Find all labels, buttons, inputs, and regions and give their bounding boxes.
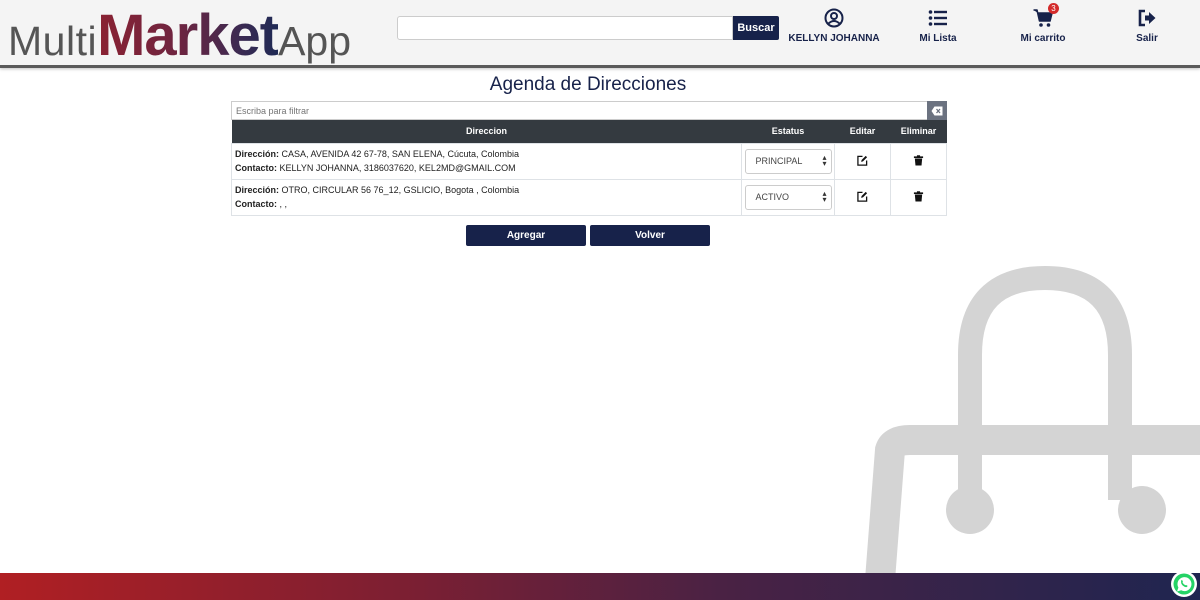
add-address-button[interactable]: Agregar xyxy=(466,225,586,246)
page-title: Agenda de Direcciones xyxy=(489,74,687,95)
trash-icon xyxy=(913,154,924,166)
whatsapp-button[interactable] xyxy=(1171,571,1197,597)
table-header-row: Direccion Estatus Editar Eliminar xyxy=(231,120,947,143)
header-editar: Editar xyxy=(834,120,891,143)
edit-button[interactable] xyxy=(857,191,868,204)
back-button[interactable]: Volver xyxy=(590,225,710,246)
address-value: OTRO, CIRCULAR 56 76_12, GSLICIO, Bogota… xyxy=(281,185,520,195)
action-buttons: Agregar Volver xyxy=(466,225,710,246)
address-table: Direccion Estatus Editar Eliminar Direcc… xyxy=(231,120,947,216)
edit-icon xyxy=(857,155,868,166)
nav-my-list[interactable]: Mi Lista xyxy=(908,8,968,44)
logo-part-market: Market xyxy=(97,3,279,68)
status-cell: PRINCIPAL ▴ ▾ xyxy=(741,142,835,180)
nav-logout[interactable]: Salir xyxy=(1122,8,1172,44)
logo-part-multi: Multi xyxy=(8,18,98,64)
nav-user-label: KELLYN JOHANNA xyxy=(788,33,880,44)
header: Multi Market App Buscar KELLYN JOHANNA M… xyxy=(0,0,1200,68)
edit-icon xyxy=(857,191,868,202)
contact-label: Contacto: xyxy=(235,199,277,209)
app-logo[interactable]: Multi Market App xyxy=(8,2,352,68)
edit-cell xyxy=(834,142,891,180)
whatsapp-icon xyxy=(1173,573,1195,595)
contact-value: , , xyxy=(279,199,288,209)
delete-cell xyxy=(890,178,947,216)
status-value: ACTIVO xyxy=(755,192,790,202)
status-select[interactable]: PRINCIPAL ▴ ▾ xyxy=(744,148,832,174)
status-select[interactable]: ACTIVO ▴ ▾ xyxy=(744,184,832,210)
clear-filter-button[interactable] xyxy=(927,101,947,120)
nav-cart[interactable]: 3 Mi carrito xyxy=(1013,3,1073,44)
cart-count-badge: 3 xyxy=(1048,3,1059,14)
header-direccion: Direccion xyxy=(231,120,742,143)
filter-input[interactable] xyxy=(231,101,927,120)
shopping-bag-decoration xyxy=(865,265,1200,580)
nav-logout-label: Salir xyxy=(1136,33,1158,44)
search-button[interactable]: Buscar xyxy=(733,16,779,40)
delete-cell xyxy=(890,142,947,180)
status-value: PRINCIPAL xyxy=(755,156,803,166)
sign-out-icon xyxy=(1138,9,1156,27)
select-arrows-icon: ▴ ▾ xyxy=(822,153,827,168)
user-circle-icon xyxy=(824,8,844,28)
trash-icon xyxy=(913,190,924,202)
address-value: CASA, AVENIDA 42 67-78, SAN ELENA, Cúcut… xyxy=(281,149,519,159)
footer-bar xyxy=(0,573,1200,600)
delete-button[interactable] xyxy=(913,154,924,168)
logo-part-app: App xyxy=(278,18,352,64)
nav-my-list-label: Mi Lista xyxy=(919,33,957,44)
nav-user[interactable]: KELLYN JOHANNA xyxy=(784,8,884,44)
search-bar: Buscar xyxy=(397,16,779,40)
status-cell: ACTIVO ▴ ▾ xyxy=(741,178,835,216)
list-icon xyxy=(928,10,947,26)
filter-bar xyxy=(231,101,947,120)
contact-label: Contacto: xyxy=(235,163,277,173)
table-row: Dirección: OTRO, CIRCULAR 56 76_12, GSLI… xyxy=(231,178,947,216)
backspace-icon xyxy=(931,106,943,115)
edit-cell xyxy=(834,178,891,216)
edit-button[interactable] xyxy=(857,155,868,168)
delete-button[interactable] xyxy=(913,190,924,204)
address-cell: Dirección: CASA, AVENIDA 42 67-78, SAN E… xyxy=(231,142,742,180)
nav-cart-label: Mi carrito xyxy=(1020,33,1066,44)
header-estatus: Estatus xyxy=(741,120,835,143)
table-row: Dirección: CASA, AVENIDA 42 67-78, SAN E… xyxy=(231,142,947,180)
address-label: Dirección: xyxy=(235,185,280,195)
address-label: Dirección: xyxy=(235,149,280,159)
header-eliminar: Eliminar xyxy=(890,120,947,143)
search-input[interactable] xyxy=(397,16,733,40)
contact-value: KELLYN JOHANNA, 3186037620, KEL2MD@GMAIL… xyxy=(279,163,516,173)
address-cell: Dirección: OTRO, CIRCULAR 56 76_12, GSLI… xyxy=(231,178,742,216)
select-arrows-icon: ▴ ▾ xyxy=(822,189,827,204)
